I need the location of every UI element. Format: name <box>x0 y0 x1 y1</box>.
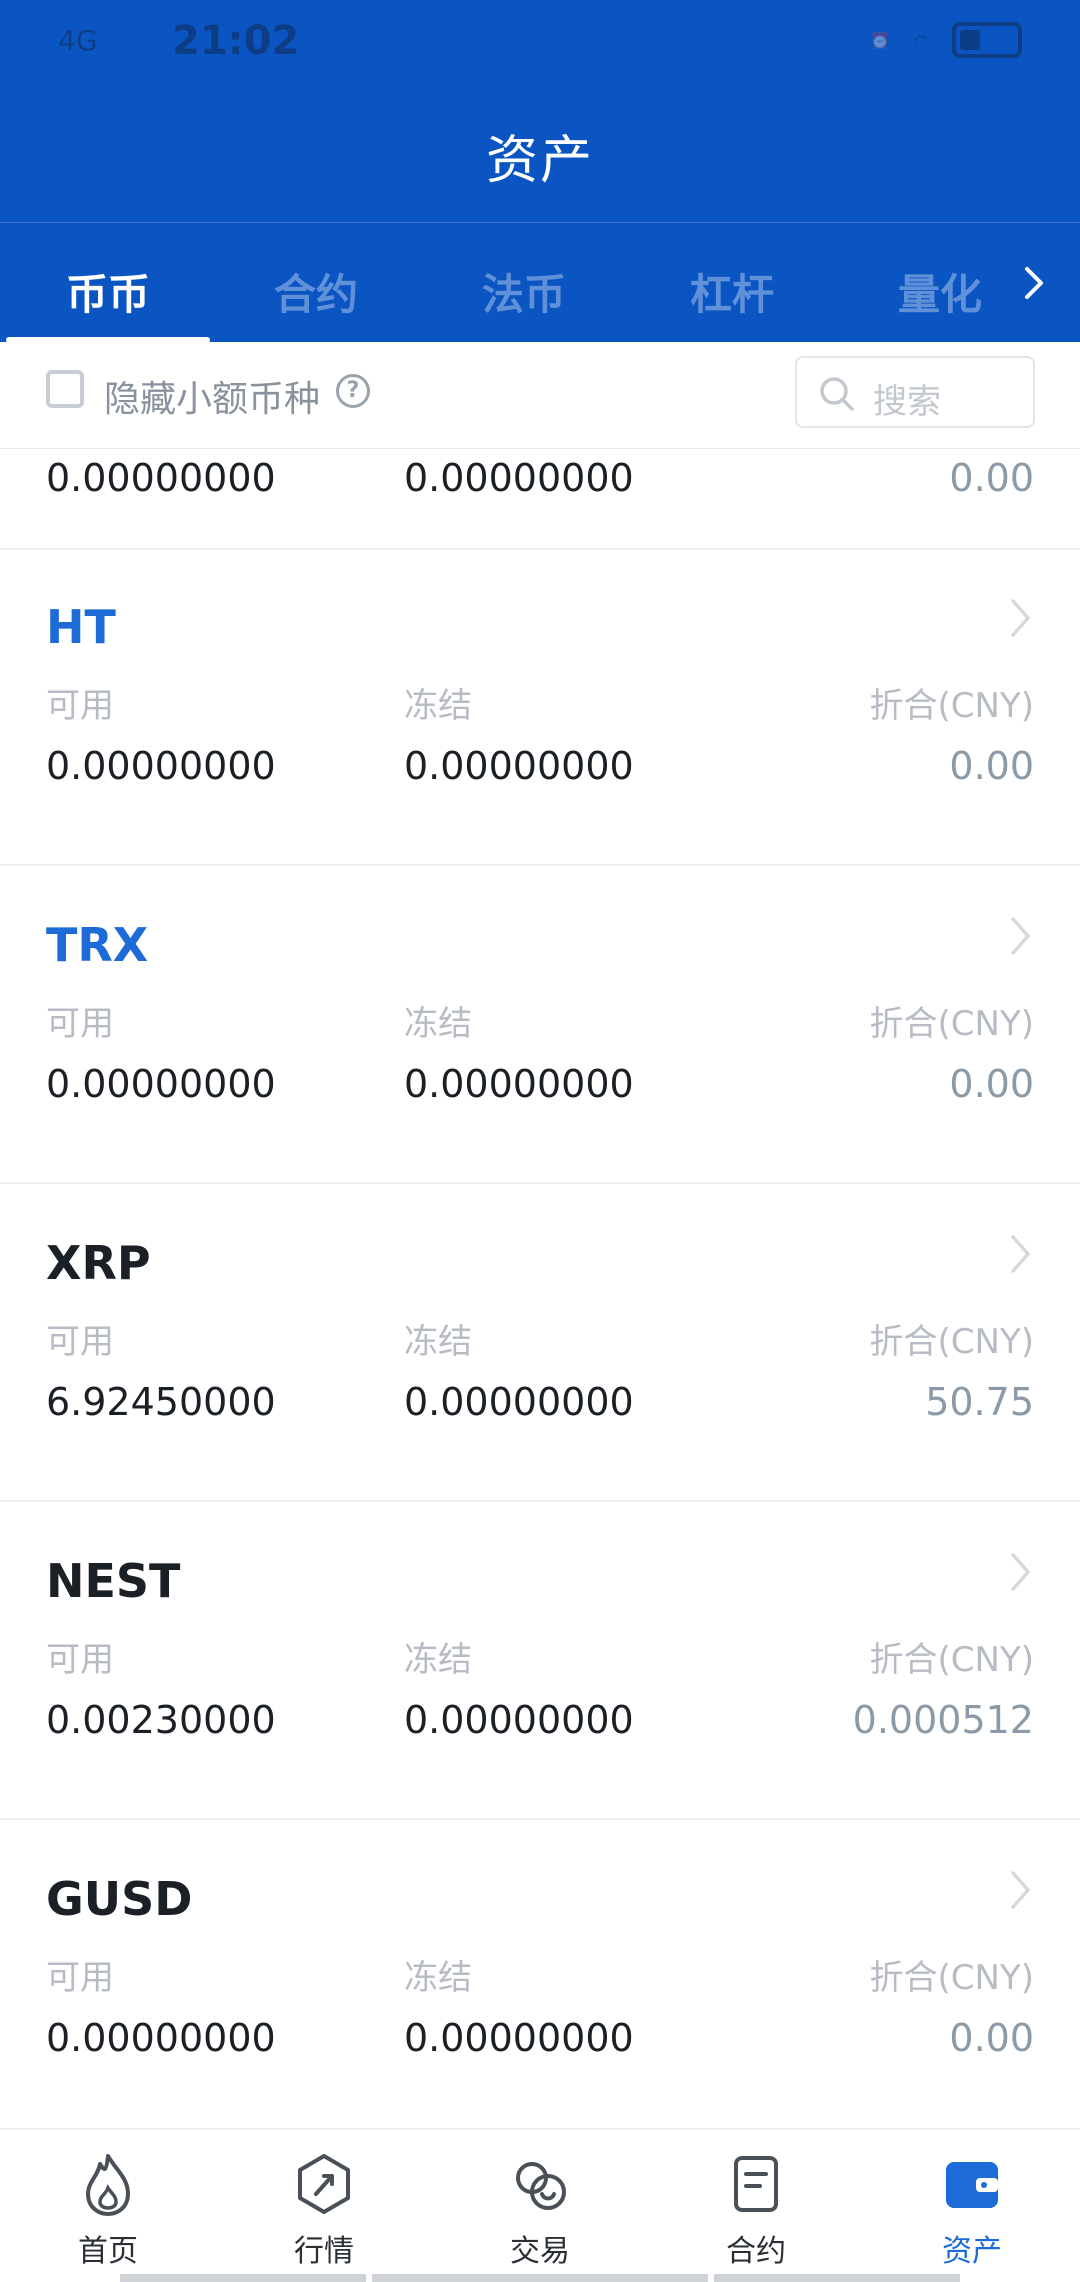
chevron-right-icon <box>1011 599 1031 637</box>
nav-label: 首页 <box>78 2234 138 2269</box>
available-label: 可用 <box>46 1322 114 1362</box>
status-icons: ⏰ ◠ <box>870 22 1022 58</box>
nav-label: 行情 <box>294 2234 354 2269</box>
nav-assets[interactable]: 资产 <box>864 2130 1080 2282</box>
cny-value: 50.75 <box>925 1380 1034 1424</box>
available-label: 可用 <box>46 1004 114 1044</box>
market-icon <box>298 2154 350 2214</box>
home-flame-icon <box>86 2154 130 2216</box>
coin-name: XRP <box>46 1236 151 1290</box>
frozen-label: 冻结 <box>404 686 472 726</box>
battery-icon <box>952 22 1022 58</box>
home-indicator <box>120 2274 366 2282</box>
frozen-label: 冻结 <box>404 1004 472 1044</box>
tab-spot[interactable]: 币币 <box>66 261 150 322</box>
cny-label: 折合(CNY) <box>869 686 1034 726</box>
cny-label: 折合(CNY) <box>869 1322 1034 1362</box>
asset-tabs: 币币 合约 法币 杠杆 量化 <box>0 222 1080 343</box>
chevron-right-icon <box>1011 1553 1031 1591</box>
nav-label: 资产 <box>942 2234 1002 2269</box>
asset-row-ht[interactable]: HT 可用 冻结 折合(CNY) 0.00000000 0.00000000 0… <box>0 548 1080 866</box>
tab-fiat[interactable]: 法币 <box>482 261 566 322</box>
cny-value: 0.00 <box>949 744 1034 788</box>
coin-name: HT <box>46 600 116 654</box>
nav-contract[interactable]: 合约 <box>648 2130 864 2282</box>
tab-margin[interactable]: 杠杆 <box>690 261 774 322</box>
status-bar: 4G 21:02 ⏰ ◠ <box>0 0 1080 88</box>
signal-indicator: 4G <box>58 24 98 57</box>
home-indicator <box>714 2274 960 2282</box>
search-icon <box>820 377 854 411</box>
available-value: 0.00000000 <box>46 456 276 500</box>
tab-quant[interactable]: 量化 <box>898 261 982 322</box>
coin-name: TRX <box>46 918 149 972</box>
app-header: 4G 21:02 ⏰ ◠ 资产 币币 合约 法币 杠杆 量化 <box>0 0 1080 343</box>
asset-list: 0.00000000 0.00000000 0.00 HT 可用 冻结 折合(C… <box>0 448 1080 2128</box>
wifi-icon: ◠ <box>914 30 928 50</box>
nav-label: 合约 <box>726 2234 786 2269</box>
frozen-value: 0.00000000 <box>404 2016 634 2060</box>
frozen-label: 冻结 <box>404 1322 472 1362</box>
chevron-right-icon <box>1011 1235 1031 1273</box>
hide-small-label[interactable]: 隐藏小额币种 <box>104 370 320 422</box>
chevron-right-icon <box>1011 1871 1031 1909</box>
frozen-value: 0.00000000 <box>404 1380 634 1424</box>
asset-row-nest[interactable]: NEST 可用 冻结 折合(CNY) 0.00230000 0.00000000… <box>0 1502 1080 1820</box>
cny-value: 0.000512 <box>852 1698 1034 1742</box>
nav-market[interactable]: 行情 <box>216 2130 432 2282</box>
nav-trade[interactable]: 交易 <box>432 2130 648 2282</box>
chevron-right-icon <box>1011 917 1031 955</box>
cny-value: 0.00 <box>949 1062 1034 1106</box>
page-title: 资产 <box>485 131 594 191</box>
hide-small-checkbox[interactable] <box>46 370 84 408</box>
coin-name: NEST <box>46 1554 181 1608</box>
search-placeholder: 搜索 <box>873 382 941 422</box>
alarm-icon: ⏰ <box>870 30 891 50</box>
asset-row-gusd[interactable]: GUSD 可用 冻结 折合(CNY) 0.00000000 0.00000000… <box>0 1820 1080 2128</box>
frozen-value: 0.00000000 <box>404 1062 634 1106</box>
coin-name: GUSD <box>46 1872 193 1926</box>
nav-home[interactable]: 首页 <box>0 2130 216 2282</box>
frozen-label: 冻结 <box>404 1958 472 1998</box>
available-value: 0.00000000 <box>46 1062 276 1106</box>
wallet-icon <box>946 2162 998 2208</box>
cny-value: 0.00 <box>949 2016 1034 2060</box>
home-indicator <box>372 2274 708 2282</box>
available-value: 0.00230000 <box>46 1698 276 1742</box>
cny-label: 折合(CNY) <box>869 1958 1034 1998</box>
available-label: 可用 <box>46 1640 114 1680</box>
frozen-value: 0.00000000 <box>404 744 634 788</box>
list-item[interactable]: 0.00000000 0.00000000 0.00 <box>0 448 1080 550</box>
asset-row-xrp[interactable]: XRP 可用 冻结 折合(CNY) 6.92450000 0.00000000 … <box>0 1184 1080 1502</box>
cny-label: 折合(CNY) <box>869 1004 1034 1044</box>
help-icon[interactable]: ? <box>336 374 370 408</box>
available-label: 可用 <box>46 1958 114 1998</box>
available-value: 6.92450000 <box>46 1380 276 1424</box>
available-value: 0.00000000 <box>46 744 276 788</box>
filter-bar: 隐藏小额币种 ? 搜索 <box>0 342 1080 449</box>
asset-row-trx[interactable]: TRX 可用 冻结 折合(CNY) 0.00000000 0.00000000 … <box>0 866 1080 1184</box>
chevron-right-icon[interactable] <box>1016 265 1052 301</box>
frozen-value: 0.00000000 <box>404 1698 634 1742</box>
available-value: 0.00000000 <box>46 2016 276 2060</box>
frozen-value: 0.00000000 <box>404 456 634 500</box>
available-label: 可用 <box>46 686 114 726</box>
tab-contract[interactable]: 合约 <box>274 261 358 322</box>
cny-label: 折合(CNY) <box>869 1640 1034 1680</box>
bottom-nav: 首页 行情 交易 合约 资产 <box>0 2128 1080 2282</box>
status-time: 21:02 <box>172 18 300 64</box>
search-input[interactable]: 搜索 <box>795 356 1035 428</box>
contract-icon <box>734 2156 778 2212</box>
nav-label: 交易 <box>510 2234 570 2269</box>
trade-icon <box>516 2162 566 2210</box>
frozen-label: 冻结 <box>404 1640 472 1680</box>
cny-value: 0.00 <box>949 456 1034 500</box>
